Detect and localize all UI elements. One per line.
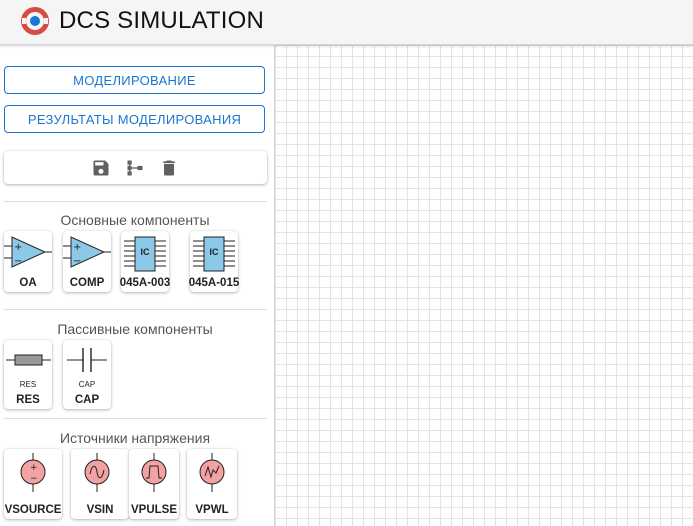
component-oa[interactable]: + − OA [4,231,52,292]
component-label: OA [19,277,37,289]
component-comp[interactable]: + − COMP [63,231,111,292]
component-cap[interactable]: CAP CAP [63,340,111,409]
resistor-icon [6,354,51,366]
tree-structure-icon[interactable] [124,157,146,179]
divider [4,201,267,202]
save-icon[interactable] [90,157,112,179]
section-title-basic: Основные компоненты [60,212,210,228]
component-label: RES [16,394,40,406]
delete-icon[interactable] [158,157,180,179]
component-label: VPULSE [130,504,177,516]
svg-text:−: − [73,256,81,267]
simulation-results-button[interactable]: РЕЗУЛЬТАТЫ МОДЕЛИРОВАНИЯ [4,105,265,133]
component-vpulse[interactable]: VPULSE [129,449,179,519]
section-title-passive: Пассивные компоненты [57,321,213,337]
pulse-voltage-source-icon [141,453,167,492]
toolbar [4,151,267,184]
component-label: CAP [74,394,100,406]
component-label: 045A-015 [188,277,240,289]
component-sub-label: RES [19,380,37,389]
svg-text:−: − [30,474,38,484]
component-045a-015[interactable]: IC 045A-015 [189,231,239,292]
op-amp-icon: + − [4,236,52,268]
dc-voltage-source-icon: + − [20,453,46,492]
schematic-canvas[interactable] [275,45,693,526]
chip-text: IC [209,247,219,257]
simulate-button[interactable]: МОДЕЛИРОВАНИЕ [4,66,265,94]
pwl-voltage-source-icon [199,453,225,492]
sidebar: МОДЕЛИРОВАНИЕ РЕЗУЛЬТАТЫ МОДЕЛИРОВАНИЯ О… [0,45,275,526]
component-label: VSOURCE [4,504,62,516]
section-title-sources: Источники напряжения [59,430,211,446]
app-title: DCS SIMULATION [59,7,265,34]
comparator-icon: + − [63,236,111,268]
component-vsource[interactable]: + − VSOURCE [4,449,62,519]
component-sub-label: CAP [78,380,96,389]
component-label: VPWL [195,504,229,516]
component-label: COMP [69,277,105,289]
svg-text:+: + [73,242,81,253]
svg-text:−: − [14,256,22,267]
divider [4,418,267,419]
divider [4,309,267,310]
capacitor-icon [67,348,107,372]
component-vpwl[interactable]: VPWL [187,449,237,519]
dcs-logo-icon [21,7,49,35]
component-045a-003[interactable]: IC 045A-003 [120,231,170,292]
sine-voltage-source-icon [84,453,110,492]
svg-text:+: + [14,242,22,253]
svg-text:+: + [30,463,38,473]
component-label: 045A-003 [119,277,171,289]
app-header: DCS SIMULATION [0,0,693,45]
chip-text: IC [140,247,150,257]
component-res[interactable]: RES RES [4,340,52,409]
